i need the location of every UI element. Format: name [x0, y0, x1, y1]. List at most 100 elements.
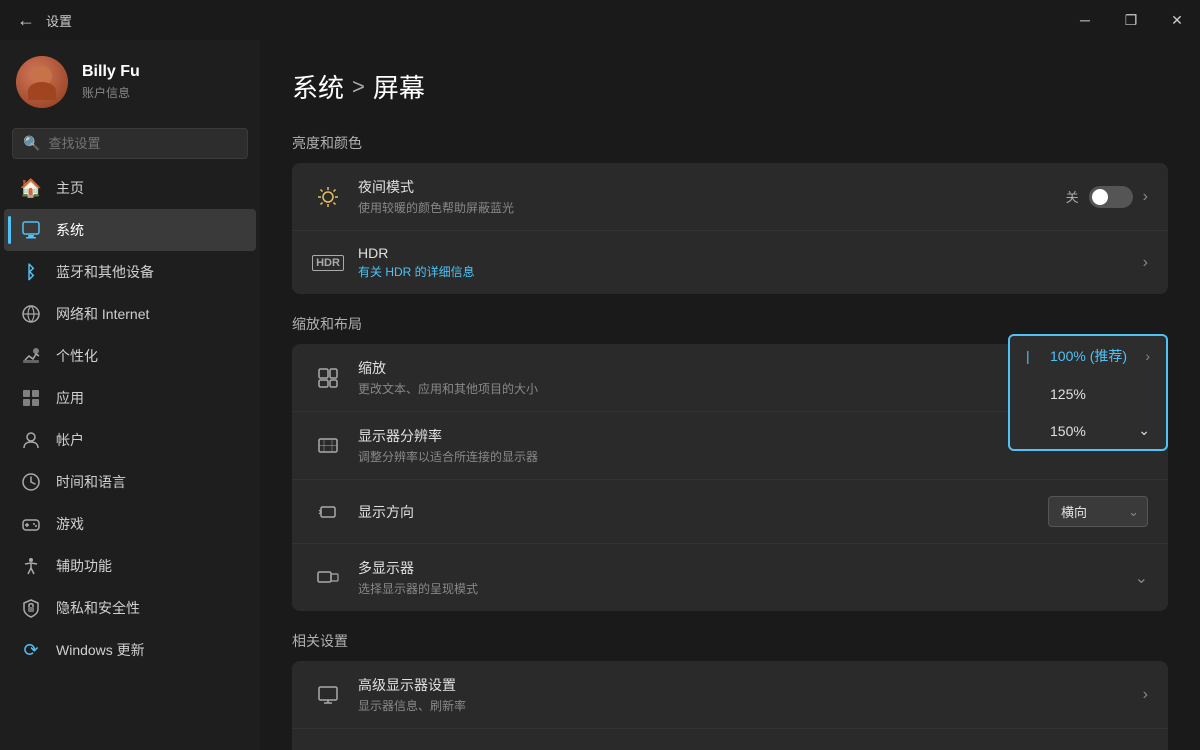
sidebar-item-windows-update[interactable]: ⟳ Windows 更新: [4, 629, 256, 671]
select-chevron-icon: ⌄: [1128, 504, 1139, 520]
sidebar-item-gaming[interactable]: 游戏: [4, 503, 256, 545]
close-icon: ✕: [1171, 12, 1183, 29]
search-icon: 🔍: [23, 135, 40, 152]
user-name: Billy Fu: [82, 63, 244, 81]
zoom-option-125[interactable]: 125%: [1010, 376, 1166, 412]
zoom-option-label: 125%: [1050, 386, 1086, 402]
app-layout: Billy Fu 账户信息 🔍 🏠 主页: [0, 40, 1200, 750]
back-icon: ←: [17, 10, 35, 31]
restore-icon: ❐: [1125, 12, 1138, 29]
night-mode-icon: [312, 181, 344, 213]
sidebar-item-accounts[interactable]: 帐户: [4, 419, 256, 461]
minimize-button[interactable]: ─: [1062, 0, 1108, 40]
user-sub: 账户信息: [82, 84, 244, 101]
back-button[interactable]: ←: [12, 6, 40, 34]
hdr-title: HDR: [358, 245, 1143, 261]
night-mode-chevron[interactable]: ›: [1143, 188, 1148, 206]
orientation-icon: [312, 496, 344, 528]
night-mode-toggle[interactable]: [1089, 186, 1133, 208]
gpu-row[interactable]: 显示卡 ›: [292, 728, 1168, 750]
sidebar-item-network[interactable]: 网络和 Internet: [4, 293, 256, 335]
sidebar-item-label: 网络和 Internet: [56, 304, 149, 324]
check-icon: |: [1026, 348, 1042, 364]
advanced-display-text: 高级显示器设置 显示器信息、刷新率: [358, 675, 1143, 714]
breadcrumb-separator: >: [352, 74, 365, 100]
sidebar-item-label: 隐私和安全性: [56, 598, 140, 618]
main-content: 系统 > 屏幕 亮度和颜色: [260, 40, 1200, 750]
zoom-option-label: 100% (推荐): [1050, 346, 1127, 366]
sidebar-item-label: 蓝牙和其他设备: [56, 262, 154, 282]
avatar: [16, 56, 68, 108]
orientation-text: 显示方向: [358, 502, 1048, 522]
windows-update-icon: ⟳: [20, 639, 42, 661]
advanced-display-row[interactable]: 高级显示器设置 显示器信息、刷新率 ›: [292, 661, 1168, 728]
sidebar-item-label: 个性化: [56, 346, 98, 366]
zoom-option-100[interactable]: | 100% (推荐) ›: [1010, 336, 1166, 376]
multi-display-action: ⌄: [1135, 568, 1148, 588]
sidebar-item-system[interactable]: 系统: [4, 209, 256, 251]
app-title: 设置: [46, 11, 72, 30]
bluetooth-icon: ᛒ: [20, 261, 42, 283]
hdr-icon: HDR: [312, 247, 344, 279]
advanced-display-title: 高级显示器设置: [358, 675, 1143, 695]
related-settings-title: 相关设置: [292, 631, 1168, 651]
close-button[interactable]: ✕: [1154, 0, 1200, 40]
related-settings-section: 相关设置 高级显示器设置 显示器信息、刷新率: [292, 631, 1168, 750]
orientation-action: 横向 ⌄: [1048, 496, 1148, 527]
night-mode-sub: 使用较暖的颜色帮助屏蔽蓝光: [358, 199, 1066, 216]
advanced-display-icon: [312, 679, 344, 711]
sidebar-item-label: 辅助功能: [56, 556, 112, 576]
sidebar-item-label: Windows 更新: [56, 640, 145, 660]
brightness-color-section: 亮度和颜色: [292, 133, 1168, 294]
sidebar-item-personalize[interactable]: 个性化: [4, 335, 256, 377]
zoom-dropdown-popup[interactable]: | 100% (推荐) › 125% 150% ⌄: [1008, 334, 1168, 451]
multi-display-row[interactable]: 多显示器 选择显示器的呈现模式 ⌄: [292, 543, 1168, 611]
hdr-link[interactable]: 有关 HDR 的详细信息: [358, 265, 475, 279]
dropdown-chevron: ›: [1145, 348, 1150, 364]
restore-button[interactable]: ❐: [1108, 0, 1154, 40]
sidebar-item-bluetooth[interactable]: ᛒ 蓝牙和其他设备: [4, 251, 256, 293]
sidebar-item-privacy[interactable]: 隐私和安全性: [4, 587, 256, 629]
network-icon: [20, 303, 42, 325]
sidebar-item-label: 主页: [56, 178, 84, 198]
zoom-row[interactable]: 缩放 更改文本、应用和其他项目的大小 | 100% (推荐) › 125%: [292, 344, 1168, 411]
expand-chevron: ⌄: [1138, 422, 1150, 439]
orientation-row[interactable]: 显示方向 横向 ⌄: [292, 479, 1168, 543]
multi-display-chevron[interactable]: ⌄: [1135, 568, 1148, 588]
toggle-label: 关: [1066, 187, 1079, 206]
orientation-select-value: 横向: [1061, 502, 1087, 521]
breadcrumb-current: 屏幕: [373, 68, 425, 105]
sidebar-item-time[interactable]: 时间和语言: [4, 461, 256, 503]
night-mode-action: 关 ›: [1066, 186, 1148, 208]
sidebar-item-accessibility[interactable]: 辅助功能: [4, 545, 256, 587]
night-mode-row[interactable]: 夜间模式 使用较暖的颜色帮助屏蔽蓝光 关 ›: [292, 163, 1168, 230]
multi-display-title: 多显示器: [358, 558, 1135, 578]
night-mode-title: 夜间模式: [358, 177, 1066, 197]
sidebar-item-apps[interactable]: 应用: [4, 377, 256, 419]
hdr-row[interactable]: HDR HDR 有关 HDR 的详细信息 ›: [292, 230, 1168, 294]
zoom-layout-title: 缩放和布局: [292, 314, 1168, 334]
breadcrumb: 系统 > 屏幕: [292, 68, 1168, 105]
time-icon: [20, 471, 42, 493]
orientation-select[interactable]: 横向 ⌄: [1048, 496, 1148, 527]
search-box[interactable]: 🔍: [12, 128, 248, 159]
sidebar-item-label: 系统: [56, 220, 84, 240]
user-info: Billy Fu 账户信息: [82, 63, 244, 101]
sidebar-item-home[interactable]: 🏠 主页: [4, 167, 256, 209]
apps-icon: [20, 387, 42, 409]
hdr-chevron[interactable]: ›: [1143, 254, 1148, 272]
sidebar-item-label: 应用: [56, 388, 84, 408]
advanced-display-chevron[interactable]: ›: [1143, 686, 1148, 704]
zoom-layout-section: 缩放和布局 缩放 更改文本、应用和其他项目的大小: [292, 314, 1168, 611]
user-profile[interactable]: Billy Fu 账户信息: [0, 40, 260, 120]
sidebar-item-label: 帐户: [56, 430, 84, 450]
search-input[interactable]: [48, 136, 237, 151]
night-mode-text: 夜间模式 使用较暖的颜色帮助屏蔽蓝光: [358, 177, 1066, 216]
gpu-icon: [312, 745, 344, 750]
zoom-option-150[interactable]: 150% ⌄: [1010, 412, 1166, 449]
hdr-sub: 有关 HDR 的详细信息: [358, 263, 1143, 280]
nav-list: 🏠 主页 系统 ᛒ 蓝牙和其他设备: [0, 167, 260, 671]
hdr-action: ›: [1143, 254, 1148, 272]
privacy-icon: [20, 597, 42, 619]
accounts-icon: [20, 429, 42, 451]
